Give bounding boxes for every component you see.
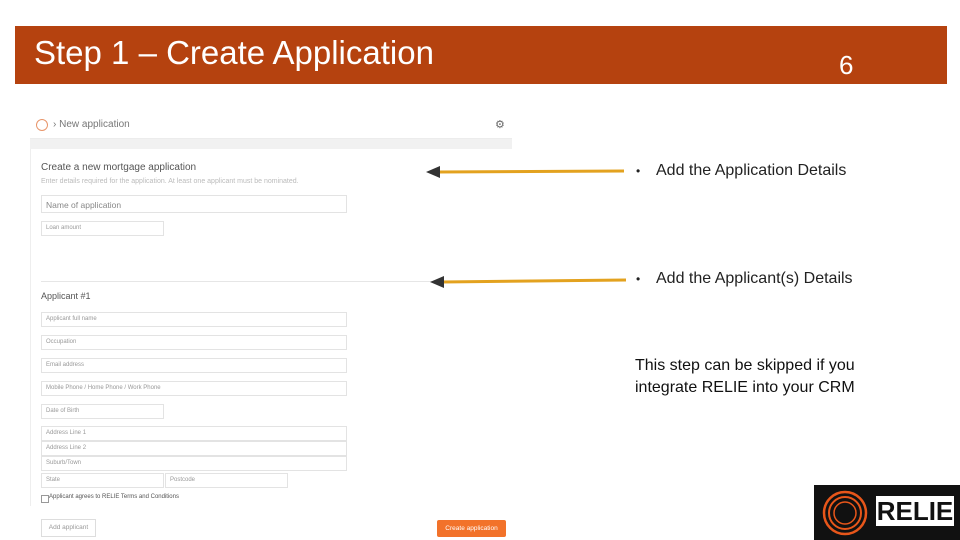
application-name-input[interactable]: Name of application: [41, 195, 347, 213]
logo-text: RELIE: [876, 496, 954, 526]
breadcrumb[interactable]: › New application: [53, 119, 130, 130]
arrow-to-application-details: [426, 166, 625, 178]
state-input[interactable]: State: [41, 473, 164, 488]
form-title: Create a new mortgage application: [41, 162, 197, 173]
terms-checkbox[interactable]: [41, 495, 49, 503]
bullet-text: Add the Application Details: [656, 162, 847, 179]
address-line1-input[interactable]: Address Line 1: [41, 426, 347, 441]
suburb-input[interactable]: Suburb/Town: [41, 456, 347, 471]
occupation-input[interactable]: Occupation: [41, 335, 347, 350]
bullet-dot: •: [636, 164, 641, 178]
app-logo-icon[interactable]: [36, 119, 48, 131]
application-form: Create a new mortgage application Enter …: [30, 149, 513, 537]
postcode-input[interactable]: Postcode: [165, 473, 288, 488]
bullet-applicant-details: • Add the Applicant(s) Details: [636, 270, 853, 288]
email-input[interactable]: Email address: [41, 358, 347, 373]
slide-number: 6: [839, 50, 854, 80]
date-of-birth-input[interactable]: Date of Birth: [41, 404, 164, 419]
bullet-application-details: • Add the Application Details: [636, 162, 846, 180]
phone-input[interactable]: Mobile Phone / Home Phone / Work Phone: [41, 381, 347, 396]
add-applicant-button[interactable]: Add applicant: [41, 519, 96, 537]
loan-amount-input[interactable]: Loan amount: [41, 221, 164, 236]
slide-title: Step 1 – Create Application: [34, 34, 434, 71]
crm-note: This step can be skipped if you integrat…: [635, 355, 855, 399]
address-line2-input[interactable]: Address Line 2: [41, 441, 347, 456]
applicant-full-name-input[interactable]: Applicant full name: [41, 312, 347, 327]
arrow-to-applicant-details: [430, 276, 627, 288]
bullet-dot: •: [636, 272, 641, 286]
breadcrumb-label: New application: [59, 119, 130, 130]
terms-label: Applicant agrees to RELIE Terms and Cond…: [49, 494, 179, 500]
note-line-1: This step can be skipped if you: [635, 357, 855, 374]
note-line-2: integrate RELIE into your CRM: [635, 379, 855, 396]
relie-logo: RELIE: [814, 485, 960, 540]
applicant-heading: Applicant #1: [41, 291, 91, 301]
app-header: › New application ⚙: [30, 112, 512, 139]
gear-icon[interactable]: ⚙: [495, 118, 505, 131]
logo-ring-icon: [822, 490, 868, 536]
bullet-text: Add the Applicant(s) Details: [656, 270, 853, 287]
header-band: [30, 139, 512, 149]
create-application-button[interactable]: Create application: [437, 520, 506, 537]
title-banner: Step 1 – Create Application 6: [15, 26, 947, 84]
form-subtitle: Enter details required for the applicati…: [41, 178, 299, 185]
